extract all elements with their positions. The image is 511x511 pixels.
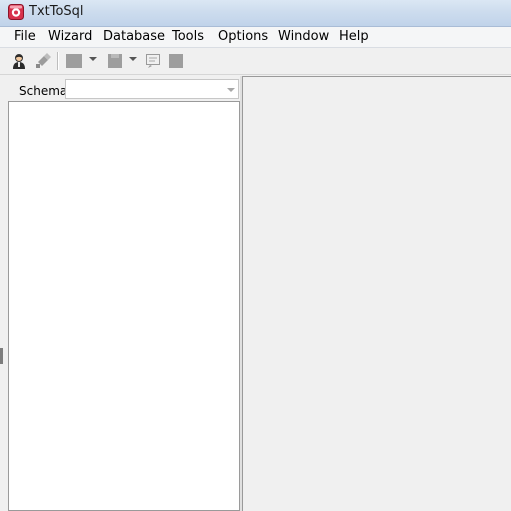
window-edge-handle[interactable] (0, 348, 3, 364)
open-icon[interactable] (66, 53, 82, 69)
chevron-down-icon[interactable] (227, 88, 235, 92)
menu-wizard[interactable]: Wizard (48, 29, 92, 44)
run-icon[interactable] (145, 53, 161, 69)
schema-tree[interactable] (8, 101, 240, 511)
open-dropdown-icon[interactable] (89, 57, 97, 61)
schema-label: Schema (19, 84, 68, 98)
menu-window[interactable]: Window (278, 29, 329, 44)
schema-panel: Schema (8, 76, 240, 511)
save-icon[interactable] (107, 53, 123, 69)
toolbar (0, 48, 511, 75)
schema-select[interactable] (65, 79, 239, 99)
title-bar: TxtToSql (0, 0, 511, 27)
menu-options[interactable]: Options (218, 29, 268, 44)
disconnect-icon[interactable] (35, 53, 51, 69)
menu-bar: File Wizard Database Tools Options Windo… (0, 27, 511, 48)
stop-icon[interactable] (168, 53, 184, 69)
workspace-area[interactable] (242, 76, 511, 511)
connect-user-icon[interactable] (11, 53, 27, 69)
window-title: TxtToSql (29, 4, 84, 19)
menu-database[interactable]: Database (103, 29, 165, 44)
menu-help[interactable]: Help (339, 29, 369, 44)
menu-file[interactable]: File (14, 29, 36, 44)
toolbar-separator (57, 52, 59, 70)
app-logo-icon (8, 4, 24, 20)
save-dropdown-icon[interactable] (129, 57, 137, 61)
menu-tools[interactable]: Tools (172, 29, 204, 44)
